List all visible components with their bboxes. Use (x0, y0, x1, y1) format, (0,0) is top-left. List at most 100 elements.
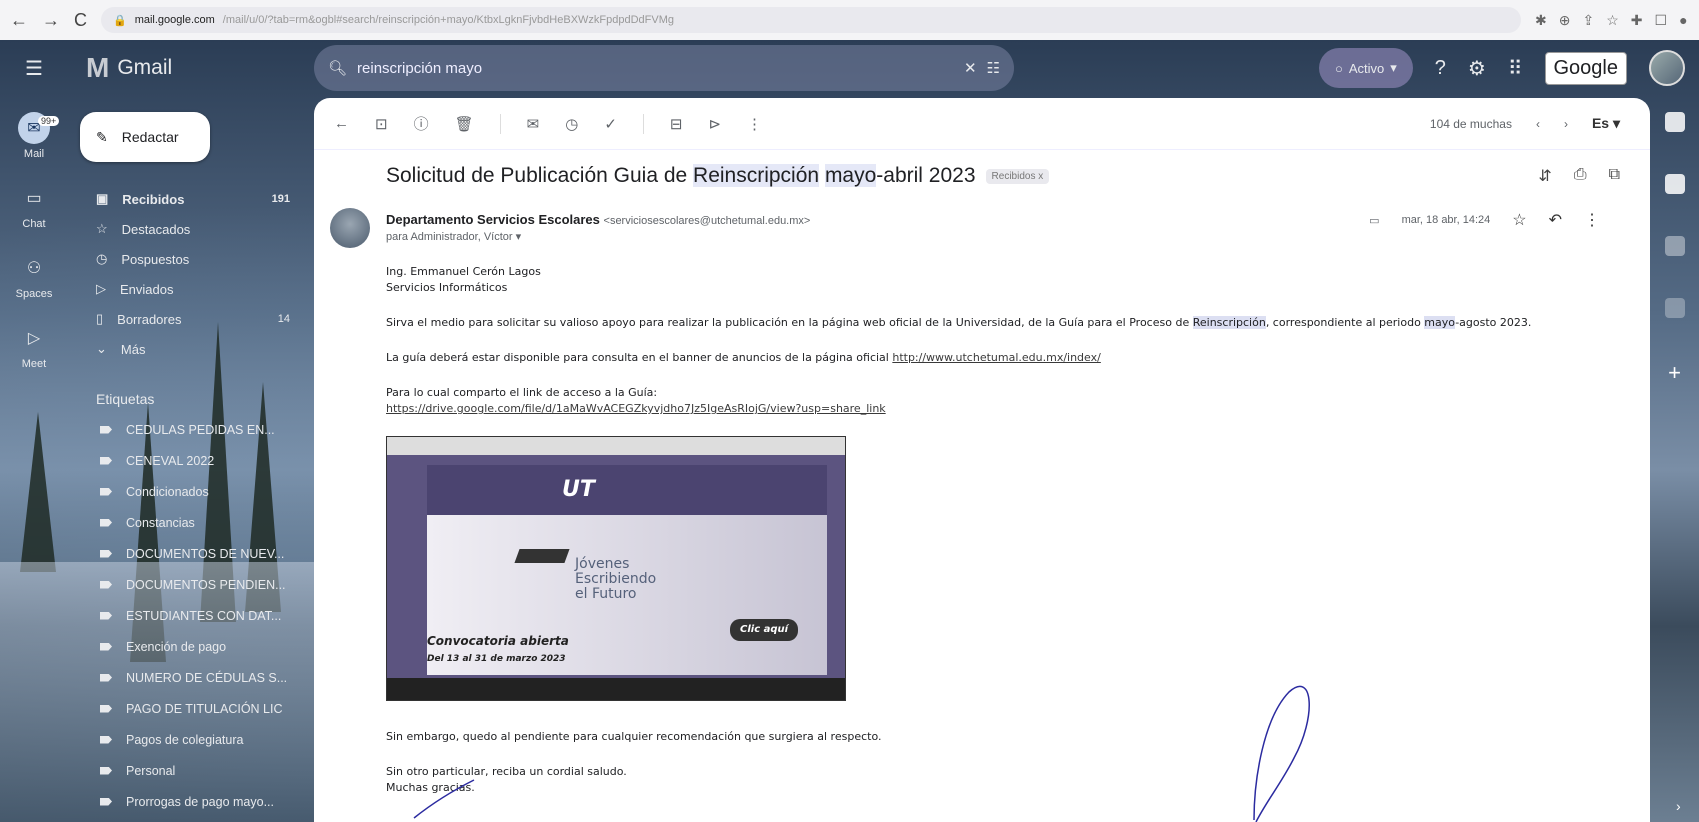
add-addon-icon[interactable]: + (1668, 360, 1681, 386)
label-tag-icon (100, 673, 112, 682)
labels-heading: Etiquetas (96, 391, 155, 407)
keep-icon[interactable] (1664, 174, 1685, 194)
clear-search-icon[interactable]: ✕ (964, 59, 977, 77)
label-item[interactable]: Personal (80, 755, 300, 786)
drive-link[interactable]: https://drive.google.com/file/d/1aMaWvAC… (386, 402, 886, 415)
puzzle-icon[interactable]: ✚ (1631, 12, 1643, 29)
more-options-icon[interactable]: ⋮ (747, 115, 762, 133)
star-icon[interactable]: ☆ (1512, 210, 1526, 230)
label-icon[interactable]: ⊳ (708, 115, 721, 133)
sidebar-item-snoozed[interactable]: ◷ Pospuestos (80, 244, 300, 274)
settings-gear-icon[interactable]: ⚙ (1468, 56, 1486, 81)
mark-unread-icon[interactable]: ✉ (527, 115, 540, 133)
subject-row: Solicitud de Publicación Guia de Reinscr… (386, 156, 1620, 196)
label-item[interactable]: Condicionados (80, 476, 300, 507)
sender-avatar[interactable] (330, 208, 370, 248)
window-icon[interactable]: ☐ (1655, 12, 1668, 29)
label-item[interactable]: DOCUMENTOS PENDIEN... (80, 569, 300, 600)
label-item[interactable]: Exención de pago (80, 631, 300, 662)
avatar[interactable] (1649, 50, 1685, 86)
sender-row: Departamento Servicios Escolares <servic… (314, 208, 1620, 248)
share-icon[interactable]: ⇪ (1582, 12, 1594, 29)
embedded-screenshot[interactable]: UT Jóvenes Escribiendo el Futuro Convoca… (386, 436, 846, 701)
status-selector[interactable]: ○ Activo ▾ (1318, 48, 1413, 88)
search-options-icon[interactable]: ☷ (987, 59, 1000, 77)
prev-page-icon[interactable]: ‹ (1536, 117, 1540, 131)
label-tag-icon (100, 704, 112, 713)
move-to-icon[interactable]: ⊟ (670, 115, 683, 133)
website-link[interactable]: http://www.utchetumal.edu.mx/index/ (892, 351, 1101, 364)
language-selector[interactable]: Es ▾ (1592, 115, 1620, 132)
label-text: ESTUDIANTES CON DAT... (126, 608, 282, 623)
rail-label: Mail (23, 148, 45, 160)
chat-icon: ▭ (26, 190, 42, 207)
add-task-icon[interactable]: ✓ (604, 115, 617, 133)
label-item[interactable]: Pagos de colegiatura (80, 724, 300, 755)
delete-icon[interactable]: 🗑︎ (455, 115, 474, 133)
search-bar[interactable]: 🔍︎ reinscripción mayo ✕ ☷ (314, 45, 1014, 91)
report-spam-icon[interactable]: ⓘ (414, 113, 429, 134)
apps-grid-icon[interactable]: ⠿ (1508, 56, 1523, 81)
sidebar-item-more[interactable]: ⌄ Más (80, 334, 300, 364)
gmail-logo[interactable]: M Gmail (68, 52, 288, 84)
call-dates: Del 13 al 31 de marzo 2023 (427, 654, 566, 664)
label-item[interactable]: DOCUMENTOS DE NUEV... (80, 538, 300, 569)
more-options-icon[interactable]: ⋮ (1584, 210, 1600, 230)
sidebar-item-sent[interactable]: ▷ Enviados (80, 274, 300, 304)
calendar-icon[interactable] (1664, 112, 1685, 132)
inbox-label-chip[interactable]: Recibidos x (985, 168, 1050, 184)
embedded-hero-title: Jóvenes Escribiendo el Futuro (575, 557, 656, 602)
reload-icon[interactable]: C (74, 10, 87, 31)
hero-line: Escribiendo (575, 571, 657, 587)
rail-item-spaces[interactable]: ⚇ Spaces (0, 252, 68, 322)
label-item[interactable]: CEDULAS PEDIDAS EN... (80, 414, 300, 445)
sidebar-item-starred[interactable]: ☆ Destacados (80, 214, 300, 244)
print-icon[interactable]: ⎙ (1574, 166, 1587, 186)
search-highlight: Reinscripción (1192, 316, 1266, 329)
greeting-line: Ing. Emmanuel Cerón Lagos (386, 265, 541, 278)
reply-icon[interactable]: ↶ (1549, 210, 1562, 230)
search-icon[interactable]: 🔍︎ (328, 59, 347, 77)
collapse-all-icon[interactable]: ⇵ (1538, 166, 1551, 186)
rail-item-meet[interactable]: ▷ Meet (0, 322, 68, 392)
tasks-icon[interactable] (1664, 236, 1685, 256)
sender-name[interactable]: Departamento Servicios Escolares <servic… (386, 212, 810, 227)
rail-item-chat[interactable]: ▭ Chat (0, 182, 68, 252)
snooze-icon[interactable]: ◷ (565, 115, 578, 133)
help-icon[interactable]: ? (1435, 57, 1446, 80)
address-bar[interactable]: 🔒 mail.google.com /mail/u/0/?tab=rm&ogbl… (101, 7, 1521, 33)
hamburger-menu-icon[interactable]: ☰ (0, 56, 68, 81)
profile-icon[interactable]: ● (1679, 12, 1687, 29)
zoom-icon[interactable]: ⊕ (1559, 12, 1571, 29)
forward-icon[interactable]: → (42, 10, 60, 31)
open-new-window-icon[interactable]: ⧉ (1609, 166, 1620, 186)
back-arrow-icon[interactable]: ← (334, 115, 349, 132)
sidebar-item-drafts[interactable]: ▯ Borradores 14 (80, 304, 300, 334)
status-dot-icon: ○ (1334, 60, 1343, 76)
extension-icon[interactable]: ✱ (1535, 12, 1547, 29)
search-input[interactable]: reinscripción mayo (357, 60, 954, 77)
google-account-badge[interactable]: Google (1544, 51, 1627, 85)
recipients-line[interactable]: para Administrador, Víctor ▾ (386, 230, 521, 243)
label-item[interactable]: Constancias (80, 507, 300, 538)
url-path: /mail/u/0/?tab=rm&ogbl#search/reinscripc… (222, 14, 675, 26)
contacts-icon[interactable] (1664, 298, 1685, 318)
bookmark-star-icon[interactable]: ☆ (1606, 12, 1619, 29)
draft-icon: ▯ (96, 311, 104, 326)
label-item[interactable]: PAGO DE TITULACIÓN LIC (80, 693, 300, 724)
archive-icon[interactable]: ⊡ (375, 115, 388, 133)
compose-button[interactable]: ✎ Redactar (80, 112, 210, 162)
sidebar-item-inbox[interactable]: ▣ Recibidos 191 (80, 184, 300, 214)
expand-panel-icon[interactable]: › (1676, 798, 1681, 814)
rail-label: Chat (22, 218, 46, 230)
label-item[interactable]: Prorrogas de pago mayo... (80, 786, 300, 817)
label-tag-icon (100, 735, 112, 744)
label-item[interactable]: CENEVAL 2022 (80, 445, 300, 476)
rail-item-mail[interactable]: ✉ 99+ Mail (0, 112, 68, 182)
next-page-icon[interactable]: › (1564, 117, 1568, 131)
email-date: mar, 18 abr, 14:24 (1401, 214, 1491, 226)
label-item[interactable]: NUMERO DE CÉDULAS S... (80, 662, 300, 693)
label-tag-icon (100, 766, 112, 775)
back-icon[interactable]: ← (10, 10, 28, 31)
label-item[interactable]: ESTUDIANTES CON DAT... (80, 600, 300, 631)
